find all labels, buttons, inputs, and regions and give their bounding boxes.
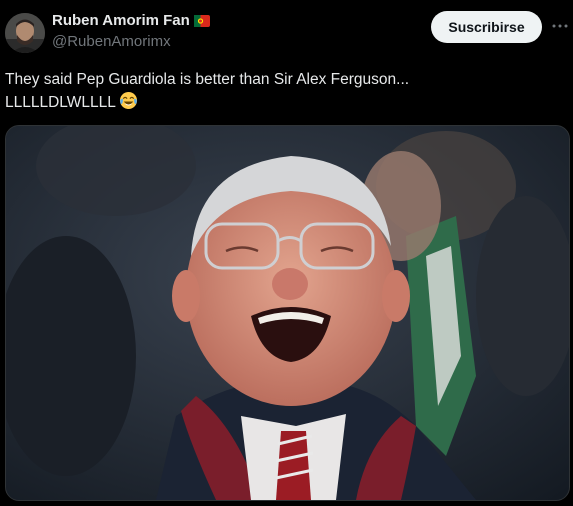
avatar[interactable]	[5, 13, 45, 53]
handle[interactable]: @RubenAmorimx	[52, 32, 210, 52]
face-with-tears-of-joy-emoji-icon	[119, 91, 138, 110]
display-name-text[interactable]: Ruben Amorim Fan	[52, 12, 190, 29]
tweet-line-2-text: LLLLLDLWLLLL	[5, 94, 116, 111]
subscribe-button[interactable]: Suscribirse	[431, 11, 542, 43]
tweet-photo[interactable]	[5, 125, 570, 501]
tweet-line-2: LLLLLDLWLLLL	[5, 91, 565, 114]
more-options-icon[interactable]	[550, 16, 570, 36]
portugal-flag-icon	[193, 14, 210, 27]
author-info: Ruben Amorim Fan @RubenAmorimx	[52, 12, 210, 52]
display-name[interactable]: Ruben Amorim Fan	[52, 12, 210, 30]
tweet-line-1: They said Pep Guardiola is better than S…	[5, 71, 410, 88]
photo-image	[6, 126, 569, 500]
tweet-text: They said Pep Guardiola is better than S…	[5, 68, 565, 114]
